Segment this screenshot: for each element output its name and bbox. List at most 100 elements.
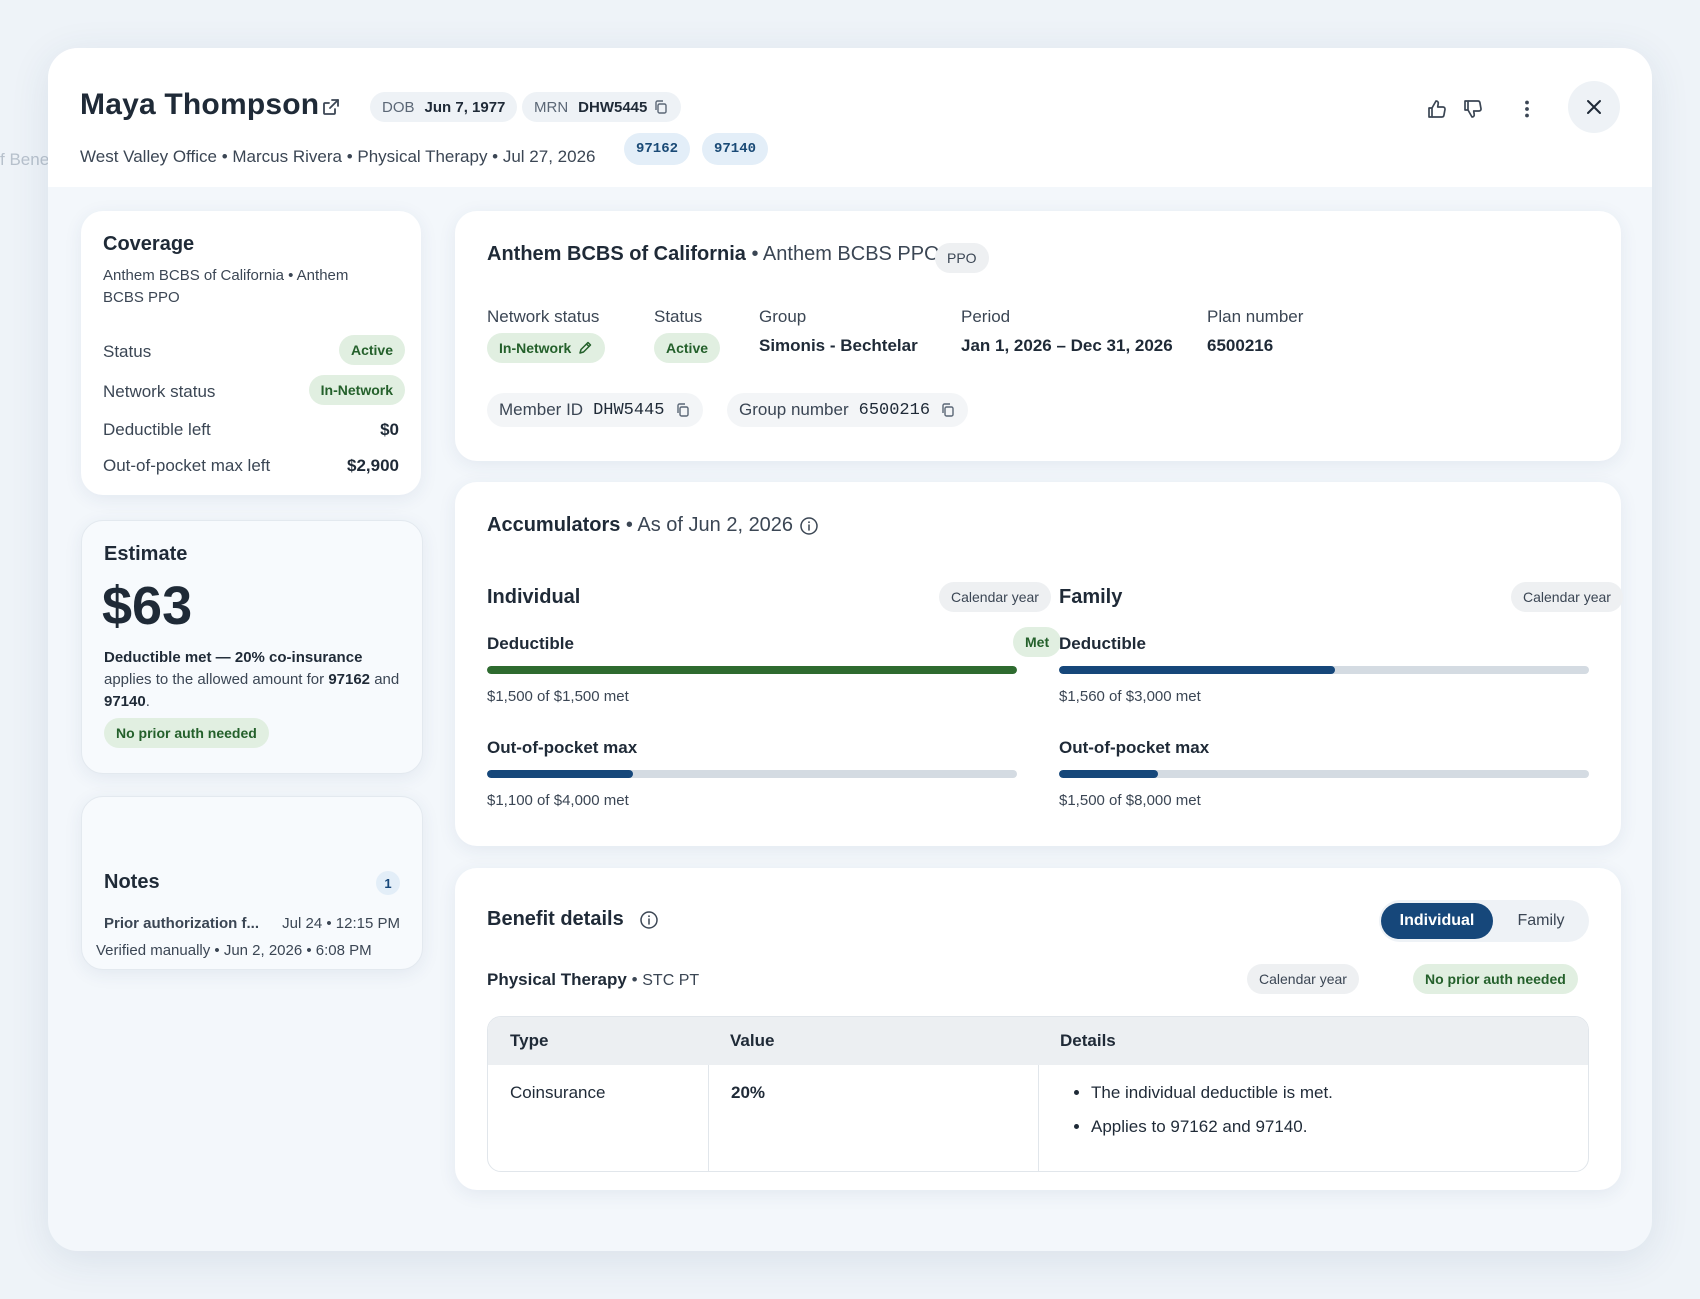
deductible-left-label: Deductible left — [103, 420, 211, 439]
estimate-amount: $63 — [102, 576, 193, 636]
period-value: Jan 1, 2026 – Dec 31, 2026 — [961, 336, 1173, 355]
benefit-details-card: Benefit details Individual Family Physic… — [455, 868, 1621, 1190]
period-badge: Calendar year — [1511, 582, 1623, 612]
detail-item: Applies to 97162 and 97140. — [1091, 1117, 1566, 1137]
member-id-chip: Member ID DHW5445 — [487, 393, 703, 427]
status-badge: Active — [338, 335, 405, 365]
toggle-family[interactable]: Family — [1495, 903, 1587, 939]
individual-oop-met: $1,100 of $4,000 met — [487, 792, 629, 809]
accumulators-card: Accumulators • As of Jun 2, 2026 Individ… — [455, 482, 1623, 846]
value-cell: 20% — [708, 1065, 1038, 1171]
network-status-value: In-Network — [499, 340, 572, 356]
coverage-level-toggle: Individual Family — [1379, 900, 1589, 942]
column-header: Value — [708, 1017, 1038, 1065]
copy-icon[interactable] — [940, 402, 956, 418]
info-icon[interactable] — [639, 910, 659, 935]
progress-fill — [1059, 770, 1159, 778]
individual-deductible-met: $1,500 of $1,500 met — [487, 688, 629, 705]
details-cell: The individual deductible is met. Applie… — [1038, 1065, 1588, 1171]
group-label: Group — [759, 307, 807, 326]
status-badge: Active — [654, 333, 721, 363]
cpt-code-chip: 97162 — [624, 133, 691, 165]
family-deductible-met: $1,560 of $3,000 met — [1059, 688, 1201, 705]
edit-icon[interactable] — [577, 340, 593, 356]
copy-icon[interactable] — [675, 402, 691, 418]
more-options-icon[interactable] — [1514, 96, 1540, 122]
individual-oop-label: Out-of-pocket max — [487, 738, 638, 757]
network-badge: In-Network — [308, 375, 405, 405]
oop-left-value: $2,900 — [347, 456, 399, 475]
status-label: Status — [654, 307, 703, 326]
external-link-icon[interactable] — [320, 96, 342, 118]
coverage-title: Coverage — [103, 233, 195, 255]
benefit-details-title: Benefit details — [487, 908, 624, 930]
coverage-status-label: Status — [103, 342, 152, 361]
individual-deductible-bar — [487, 666, 1017, 674]
service-code: STC PT — [642, 972, 700, 989]
service-line: Physical Therapy • STC PT — [487, 970, 700, 989]
modal-header: Maya Thompson DOB Jun 7, 1977 MRN DHW544… — [48, 48, 1652, 187]
copy-icon[interactable] — [653, 99, 669, 115]
coverage-card: Coverage Anthem BCBS of California • Ant… — [81, 211, 421, 495]
accumulators-as-of: As of Jun 2, 2026 — [637, 514, 794, 536]
estimate-code: 97162 — [328, 671, 371, 688]
family-title: Family — [1059, 586, 1123, 608]
member-id-label: Member ID — [499, 400, 584, 419]
toggle-individual[interactable]: Individual — [1381, 903, 1493, 939]
visit-subline: West Valley Office • Marcus Rivera • Phy… — [80, 147, 596, 166]
estimate-code: 97140 — [104, 693, 146, 710]
thumbs-up-icon[interactable] — [1424, 96, 1450, 122]
plan-number-label: Plan number — [1207, 307, 1304, 326]
estimate-description: Deductible met — 20% co-insurance applie… — [104, 647, 404, 713]
plan-number-value: 6500216 — [1207, 336, 1274, 355]
network-status-badge[interactable]: In-Network — [487, 333, 606, 363]
info-icon[interactable] — [799, 516, 819, 541]
thumbs-down-icon[interactable] — [1460, 96, 1486, 122]
close-icon — [1587, 100, 1601, 114]
plan-header: Anthem BCBS of California • Anthem BCBS … — [487, 243, 940, 266]
mrn-chip: MRN DHW5445 — [522, 92, 682, 122]
estimate-desc-text: applies to the allowed amount for — [104, 671, 329, 688]
family-oop-label: Out-of-pocket max — [1059, 738, 1210, 757]
close-button[interactable] — [1568, 81, 1620, 133]
plan-type-badge: PPO — [935, 243, 989, 273]
coverage-plan-subtitle: Anthem BCBS of California • Anthem BCBS … — [103, 267, 349, 306]
type-cell: Coinsurance — [510, 1083, 606, 1102]
column-header: Details — [1038, 1017, 1588, 1065]
estimate-card: Estimate $63 Deductible met — 20% co-ins… — [81, 520, 423, 774]
family-oop-met: $1,500 of $8,000 met — [1059, 792, 1201, 809]
progress-fill — [487, 666, 1017, 674]
progress-fill — [487, 770, 633, 778]
dob-chip: DOB Jun 7, 1977 — [370, 92, 518, 122]
dob-value: Jun 7, 1977 — [424, 98, 506, 116]
prior-auth-badge: No prior auth needed — [104, 718, 269, 748]
individual-deductible-label: Deductible — [487, 634, 574, 653]
family-oop-bar — [1059, 770, 1589, 778]
mrn-value: DHW5445 — [578, 98, 648, 116]
table-row: Coinsurance 20% The individual deductibl… — [488, 1065, 1588, 1171]
accumulators-header: Accumulators • As of Jun 2, 2026 — [487, 514, 794, 536]
cpt-code-chip: 97140 — [702, 133, 769, 165]
notes-title: Notes — [104, 871, 160, 893]
coverage-network-label: Network status — [103, 382, 216, 401]
accumulators-title: Accumulators — [487, 514, 621, 536]
eligibility-modal: Maya Thompson DOB Jun 7, 1977 MRN DHW544… — [48, 48, 1652, 1251]
detail-item: The individual deductible is met. — [1091, 1083, 1566, 1103]
service-name: Physical Therapy — [487, 970, 627, 989]
group-value: Simonis - Bechtelar — [759, 336, 918, 355]
verified-timestamp: Verified manually • Jun 2, 2026 • 6:08 P… — [96, 942, 372, 959]
benefit-table: Type Value Details Coinsurance 20% The i… — [487, 1016, 1589, 1172]
background-page-text: f Bene — [0, 150, 50, 169]
estimate-title: Estimate — [104, 543, 188, 565]
payer-name: Anthem BCBS of California — [487, 243, 746, 265]
met-badge: Met — [1013, 627, 1062, 657]
group-number-value: 6500216 — [858, 400, 931, 420]
plan-separator: • — [745, 243, 763, 265]
group-number-chip: Group number 6500216 — [727, 393, 969, 427]
patient-name: Maya Thompson — [80, 88, 320, 121]
family-deductible-bar — [1059, 666, 1589, 674]
period-label: Period — [961, 307, 1011, 326]
estimate-desc-bold: Deductible met — 20% co-insurance — [104, 649, 363, 666]
note-item-title[interactable]: Prior authorization f... — [104, 915, 259, 932]
network-status-label: Network status — [487, 307, 600, 326]
